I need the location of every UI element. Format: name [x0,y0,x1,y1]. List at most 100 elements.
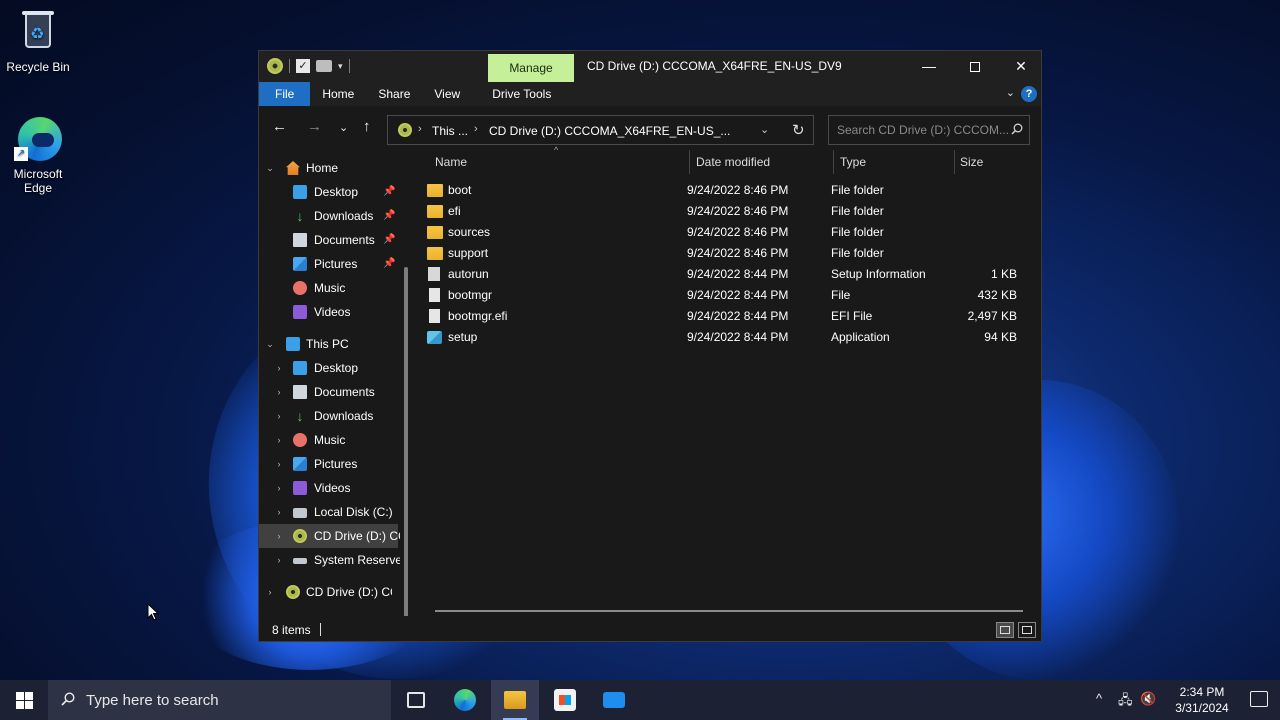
setup-info-icon [428,267,440,281]
chevron-right-icon[interactable]: › [274,380,284,404]
details-view-button[interactable] [996,622,1014,638]
nav-item-home[interactable]: ⌄ Home [259,156,409,180]
file-row[interactable]: efi 9/24/2022 8:46 PM File folder [425,201,1025,222]
chevron-right-icon[interactable]: › [274,428,284,452]
nav-item-pc-videos[interactable]: › Videos [259,476,409,500]
nav-item-pc-documents[interactable]: › Documents [259,380,409,404]
desktop-icon-recycle-bin[interactable]: ♻ Recycle Bin [0,8,76,74]
file-row[interactable]: autorun 9/24/2022 8:44 PM Setup Informat… [425,264,1025,285]
download-icon: ↓ [296,208,304,224]
large-icons-view-button[interactable] [1018,622,1036,638]
file-explorer-window: ✓ ▾ Manage CD Drive (D:) CCCOMA_X64FRE_E… [258,50,1042,642]
taskbar-mail-button[interactable] [590,680,638,720]
column-divider[interactable] [954,150,955,174]
chevron-down-icon[interactable]: ▾ [338,61,343,72]
nav-item-cd-drive-selected[interactable]: › CD Drive (D:) CC [259,524,400,548]
tab-share[interactable]: Share [366,82,422,106]
nav-item-videos[interactable]: Videos [259,300,409,324]
file-row[interactable]: sources 9/24/2022 8:46 PM File folder [425,222,1025,243]
nav-item-system-reserved[interactable]: › System Reservec [259,548,409,572]
nav-item-downloads[interactable]: ↓ Downloads 📌 [259,204,409,228]
horizontal-scrollbar[interactable] [435,610,1023,612]
taskbar-store-button[interactable] [541,680,589,720]
notifications-icon[interactable] [1250,691,1268,707]
chevron-down-icon[interactable]: ⌄ [265,156,275,180]
taskbar-search[interactable] [48,680,392,720]
nav-item-pc-music[interactable]: › Music [259,428,409,452]
file-name: bootmgr.efi [448,309,508,323]
taskbar-edge-button[interactable] [441,680,489,720]
back-button[interactable]: ← [272,118,287,135]
refresh-icon[interactable]: ↻ [792,121,805,139]
chevron-right-icon[interactable]: › [274,476,284,500]
chevron-right-icon[interactable]: › [274,356,284,380]
nav-item-music[interactable]: Music [259,276,409,300]
task-view-button[interactable] [392,680,440,720]
taskbar-search-input[interactable] [86,680,386,720]
column-divider[interactable] [689,150,690,174]
address-bar[interactable]: › This ... › CD Drive (D:) CCCOMA_X64FRE… [387,115,814,145]
tab-home[interactable]: Home [310,82,366,106]
volume-muted-icon[interactable]: 🔇 [1140,691,1156,707]
recent-locations-button[interactable]: ⌄ [339,121,348,134]
nav-item-label: System Reservec [314,553,400,567]
tab-view[interactable]: View [422,82,472,106]
breadcrumb-this-pc[interactable]: This ... [432,124,468,138]
help-icon[interactable]: ? [1021,86,1037,102]
chevron-right-icon[interactable]: › [274,500,284,524]
file-row[interactable]: boot 9/24/2022 8:46 PM File folder [425,180,1025,201]
title-bar[interactable]: ✓ ▾ Manage CD Drive (D:) CCCOMA_X64FRE_E… [259,51,1041,82]
up-button[interactable]: ↑ [363,118,371,135]
column-header-name[interactable]: Name [435,150,467,174]
documents-icon [293,233,307,247]
close-button[interactable]: ✕ [998,51,1044,82]
desktop-icon-microsoft-edge[interactable]: ↗ Microsoft Edge [0,115,76,195]
tab-file[interactable]: File [259,82,311,106]
nav-item-label: This PC [306,337,349,351]
new-folder-icon[interactable] [316,60,332,72]
nav-item-cd-drive[interactable]: › CD Drive (D:) CCC [259,580,409,604]
search-box[interactable] [828,115,1030,145]
nav-item-this-pc[interactable]: ⌄ This PC [259,332,409,356]
tab-drive-tools[interactable]: Drive Tools [480,82,563,106]
nav-item-documents[interactable]: Documents 📌 [259,228,409,252]
chevron-right-icon[interactable]: › [265,580,275,604]
nav-item-desktop[interactable]: Desktop 📌 [259,180,409,204]
start-button[interactable] [0,680,48,720]
taskbar-file-explorer-button[interactable] [491,680,539,720]
file-name: sources [448,225,491,239]
breadcrumb-cd-drive[interactable]: CD Drive (D:) CCCOMA_X64FRE_EN-US_... [489,124,730,138]
maximize-button[interactable] [952,51,998,82]
nav-item-pc-desktop[interactable]: › Desktop [259,356,409,380]
nav-item-pc-pictures[interactable]: › Pictures [259,452,409,476]
minimize-button[interactable]: — [906,51,952,82]
clock[interactable]: 2:34 PM 3/31/2024 [1162,684,1242,716]
forward-button[interactable]: → [307,118,322,135]
chevron-right-icon[interactable]: › [418,123,422,135]
file-row[interactable]: setup 9/24/2022 8:44 PM Application 94 K… [425,327,1025,348]
file-row[interactable]: bootmgr.efi 9/24/2022 8:44 PM EFI File 2… [425,306,1025,327]
navigation-pane-scrollbar[interactable] [404,267,408,616]
nav-item-local-disk[interactable]: › Local Disk (C:) [259,500,409,524]
chevron-down-icon[interactable]: ⌄ [760,123,769,136]
column-header-size[interactable]: Size [960,150,983,174]
chevron-right-icon[interactable]: › [274,524,284,548]
properties-icon[interactable]: ✓ [296,59,310,73]
show-hidden-icons-button[interactable]: ^ [1096,691,1102,706]
file-row[interactable]: bootmgr 9/24/2022 8:44 PM File 432 KB [425,285,1025,306]
chevron-right-icon[interactable]: › [274,452,284,476]
search-input[interactable] [829,116,1009,144]
nav-item-pc-downloads[interactable]: › ↓ Downloads [259,404,409,428]
expand-ribbon-icon[interactable]: ⌄ [1006,86,1015,99]
nav-item-pictures[interactable]: Pictures 📌 [259,252,409,276]
tab-manage[interactable]: Manage [488,54,574,82]
chevron-right-icon[interactable]: › [274,548,284,572]
column-divider[interactable] [833,150,834,174]
chevron-down-icon[interactable]: ⌄ [265,332,275,356]
file-row[interactable]: support 9/24/2022 8:46 PM File folder [425,243,1025,264]
network-icon[interactable]: 🖧 [1118,691,1133,713]
column-header-date-modified[interactable]: Date modified [696,150,770,174]
chevron-right-icon[interactable]: › [474,123,478,135]
column-header-type[interactable]: Type [840,150,866,174]
chevron-right-icon[interactable]: › [274,404,284,428]
